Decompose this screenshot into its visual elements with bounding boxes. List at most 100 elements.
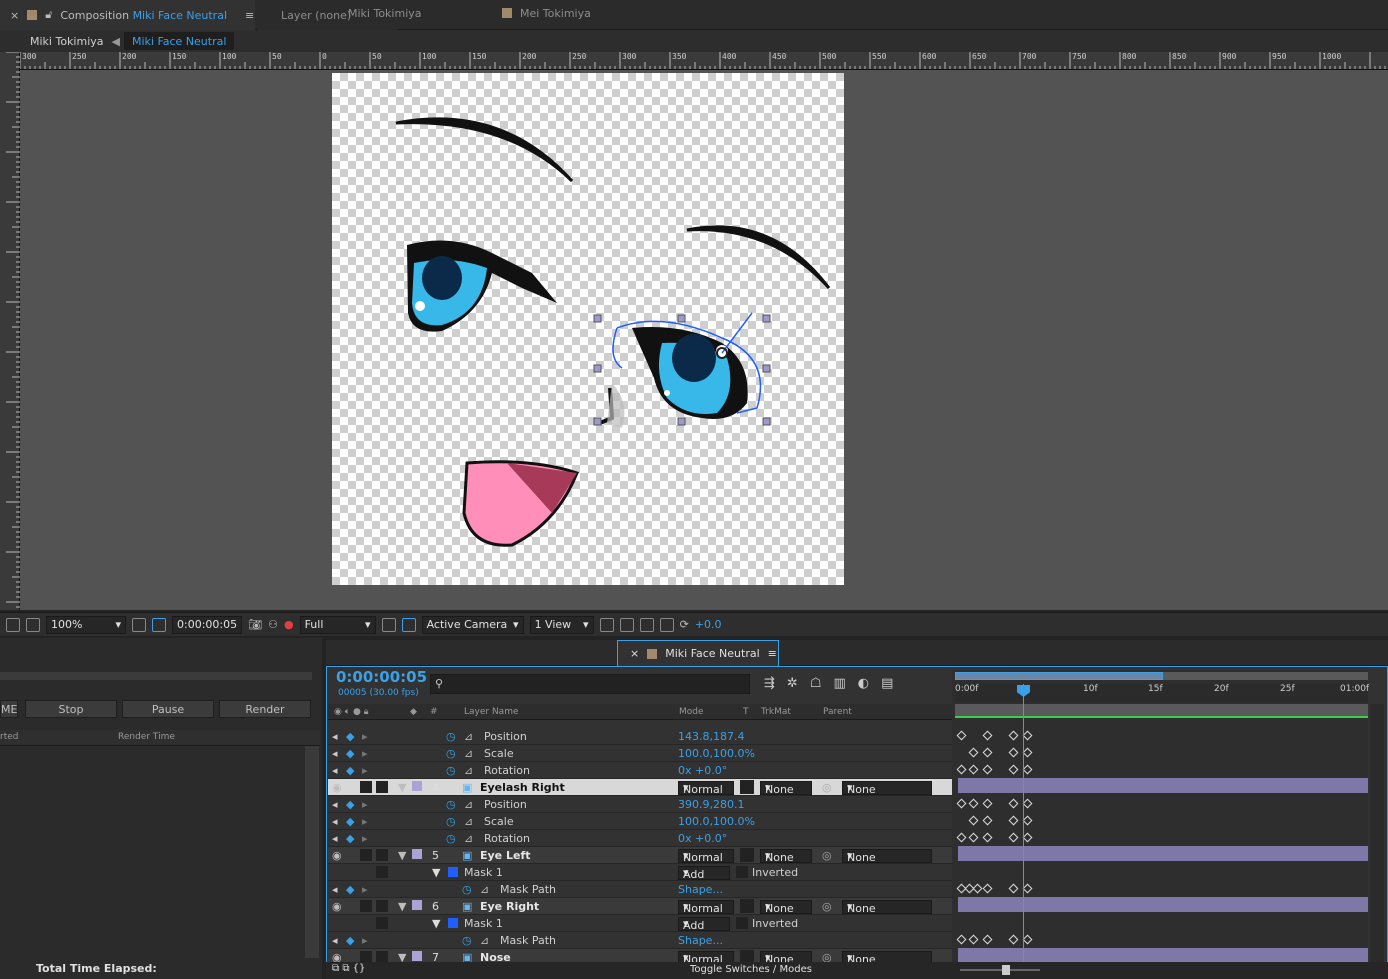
column-header-trkmat[interactable]: TrkMat xyxy=(761,707,791,717)
vertical-ruler[interactable] xyxy=(0,51,20,610)
tab-miki-tokimiya[interactable]: Miki Tokimiya xyxy=(336,0,486,26)
label-color-swatch[interactable] xyxy=(412,900,422,910)
time-navigator[interactable] xyxy=(955,672,1368,680)
chevron-down-icon[interactable]: ▼ xyxy=(398,781,406,794)
prev-keyframe-icon[interactable]: ◂ xyxy=(332,934,338,947)
prev-keyframe-icon[interactable]: ◂ xyxy=(332,764,338,777)
inverted-checkbox[interactable] xyxy=(736,866,748,878)
trkmat-dropdown[interactable]: None ▾ xyxy=(760,900,812,915)
stopwatch-icon[interactable]: ◷ xyxy=(446,764,456,777)
work-area-bar[interactable] xyxy=(955,704,1368,718)
prev-keyframe-icon[interactable]: ◂ xyxy=(332,747,338,760)
region-of-interest-icon[interactable] xyxy=(381,617,396,632)
stop-button[interactable]: Stop xyxy=(25,700,117,718)
lock-switch[interactable] xyxy=(376,900,388,912)
property-row[interactable]: ◂ ◆ ▸ ◷ ⊿ Position 390.9,280.1 xyxy=(328,796,952,813)
composition-tab[interactable]: × 🔓︎ Composition Miki Face Neutral ≡ xyxy=(0,0,255,30)
solo-switch[interactable] xyxy=(360,781,372,793)
time-ruler[interactable]: 0:00f 10f 15f 20f 25f 01:00f xyxy=(955,684,1369,702)
graph-editor-icon[interactable]: ▤ xyxy=(881,676,893,691)
column-header-t[interactable]: T xyxy=(743,707,749,717)
property-row[interactable]: ◂ ◆ ▸ ◷ ⊿ Rotation 0x +0.0° xyxy=(328,830,952,847)
blend-mode-dropdown[interactable]: Normal ▾ xyxy=(678,849,734,864)
layer-name[interactable]: Eyelash Right xyxy=(480,781,565,794)
zoom-dropdown[interactable]: 100% ▾ xyxy=(46,615,126,634)
column-header-mode[interactable]: Mode xyxy=(679,707,704,717)
add-keyframe-icon[interactable]: ◆ xyxy=(346,883,354,896)
mask-color-swatch[interactable] xyxy=(448,867,458,877)
exposure-value[interactable]: +0.0 xyxy=(695,618,722,631)
camera-dropdown[interactable]: Active Camera ▾ xyxy=(421,615,524,634)
transparency-grid-icon[interactable] xyxy=(401,617,416,632)
monitor-icon[interactable] xyxy=(26,617,40,632)
add-keyframe-icon[interactable]: ◆ xyxy=(346,934,354,947)
lock-switch[interactable] xyxy=(376,781,388,793)
prev-keyframe-icon[interactable]: ◂ xyxy=(332,798,338,811)
timeline-current-time[interactable]: 0:00:00:05 xyxy=(336,668,427,686)
pickwhip-icon[interactable]: ◎ xyxy=(822,849,832,862)
zoom-slider-handle[interactable] xyxy=(1002,965,1010,975)
solo-switch[interactable] xyxy=(360,849,372,861)
layer-duration-bar[interactable] xyxy=(958,948,1368,963)
property-row[interactable]: ◂ ◆ ▸ ◷ ⊿ Mask Path Shape... xyxy=(328,881,952,898)
mask-mode-dropdown[interactable]: Add ▾ xyxy=(678,917,730,932)
layer-row[interactable]: ◉ ▼ 5 ▣ Eye Left Normal ▾ None ▾ ◎ None ▾ xyxy=(328,847,952,864)
color-channels-icon[interactable]: ● xyxy=(284,618,294,631)
property-value[interactable]: Shape... xyxy=(678,883,723,896)
graph-icon[interactable]: ⊿ xyxy=(480,883,489,896)
parent-dropdown[interactable]: None ▾ xyxy=(842,900,932,915)
render-queue-scrollbar[interactable] xyxy=(305,746,319,958)
next-keyframe-icon[interactable]: ▸ xyxy=(362,747,368,760)
next-keyframe-icon[interactable]: ▸ xyxy=(362,798,368,811)
column-header-layer-name[interactable]: Layer Name xyxy=(464,707,519,717)
add-keyframe-icon[interactable]: ◆ xyxy=(346,747,354,760)
graph-icon[interactable]: ⊿ xyxy=(464,747,473,760)
mask-lock-switch[interactable] xyxy=(376,917,388,929)
mask-visibility-icon[interactable] xyxy=(152,617,166,632)
property-row[interactable]: ◂ ◆ ▸ ◷ ⊿ Scale 100.0,100.0% xyxy=(328,745,952,762)
trkmat-dropdown[interactable]: None ▾ xyxy=(760,781,812,796)
mask-color-swatch[interactable] xyxy=(448,918,458,928)
column-header-started[interactable]: rted xyxy=(0,732,18,742)
tab-miki-face-neutral[interactable]: × Miki Face Neutral ≡ xyxy=(617,640,779,666)
property-row[interactable]: ◂ ◆ ▸ ◷ ⊿ Mask Path Shape... xyxy=(328,932,952,949)
label-color-swatch[interactable] xyxy=(412,781,422,791)
snapshot-region-icon[interactable] xyxy=(6,617,20,632)
blend-mode-dropdown[interactable]: Normal ▾ xyxy=(678,900,734,915)
current-time-indicator[interactable] xyxy=(1023,684,1024,974)
shy-layers-icon[interactable]: ☖ xyxy=(810,676,822,691)
breadcrumb-item-active[interactable]: Miki Face Neutral xyxy=(123,32,235,50)
reset-exposure-icon[interactable]: ⟳ xyxy=(680,618,689,631)
chevron-down-icon[interactable]: ▼ xyxy=(432,917,440,930)
next-keyframe-icon[interactable]: ▸ xyxy=(362,730,368,743)
draft-3d-icon[interactable]: ✲ xyxy=(787,676,798,691)
breadcrumb-item[interactable]: Miki Tokimiya xyxy=(0,32,112,50)
prev-keyframe-icon[interactable]: ◂ xyxy=(332,883,338,896)
media-encoder-button[interactable]: ME xyxy=(0,700,18,718)
eye-icon[interactable]: ◉ xyxy=(332,849,342,862)
panel-menu-icon[interactable]: ≡ xyxy=(245,9,254,22)
layer-duration-bar[interactable] xyxy=(958,846,1368,861)
composition-canvas[interactable] xyxy=(332,73,844,585)
timeline-scrollbar[interactable] xyxy=(1370,704,1384,964)
next-keyframe-icon[interactable]: ▸ xyxy=(362,934,368,947)
inverted-checkbox[interactable] xyxy=(736,917,748,929)
chevron-down-icon[interactable]: ▼ xyxy=(432,866,440,879)
zoom-slider[interactable] xyxy=(960,969,1040,971)
current-time-field[interactable]: 0:00:00:05 xyxy=(172,615,243,634)
layer-search-input[interactable]: ⚲ xyxy=(430,674,750,694)
show-snapshot-icon[interactable]: ⚇ xyxy=(268,618,278,631)
add-keyframe-icon[interactable]: ◆ xyxy=(346,832,354,845)
graph-icon[interactable]: ⊿ xyxy=(464,815,473,828)
next-keyframe-icon[interactable]: ▸ xyxy=(362,883,368,896)
timeline-icon[interactable] xyxy=(639,617,654,632)
layer-row[interactable]: ◉ ▼ 6 ▣ Eye Right Normal ▾ None ▾ ◎ None ▾ xyxy=(328,898,952,915)
view-layout-dropdown[interactable]: 1 View ▾ xyxy=(529,615,594,634)
eye-icon[interactable]: ◉ xyxy=(332,900,342,913)
tab-mei-tokimiya[interactable]: Mei Tokimiya xyxy=(490,0,616,26)
fast-previews-icon[interactable] xyxy=(619,617,634,632)
graph-icon[interactable]: ⊿ xyxy=(464,832,473,845)
stopwatch-icon[interactable]: ◷ xyxy=(446,815,456,828)
prev-keyframe-icon[interactable]: ◂ xyxy=(332,815,338,828)
stopwatch-icon[interactable]: ◷ xyxy=(462,934,472,947)
